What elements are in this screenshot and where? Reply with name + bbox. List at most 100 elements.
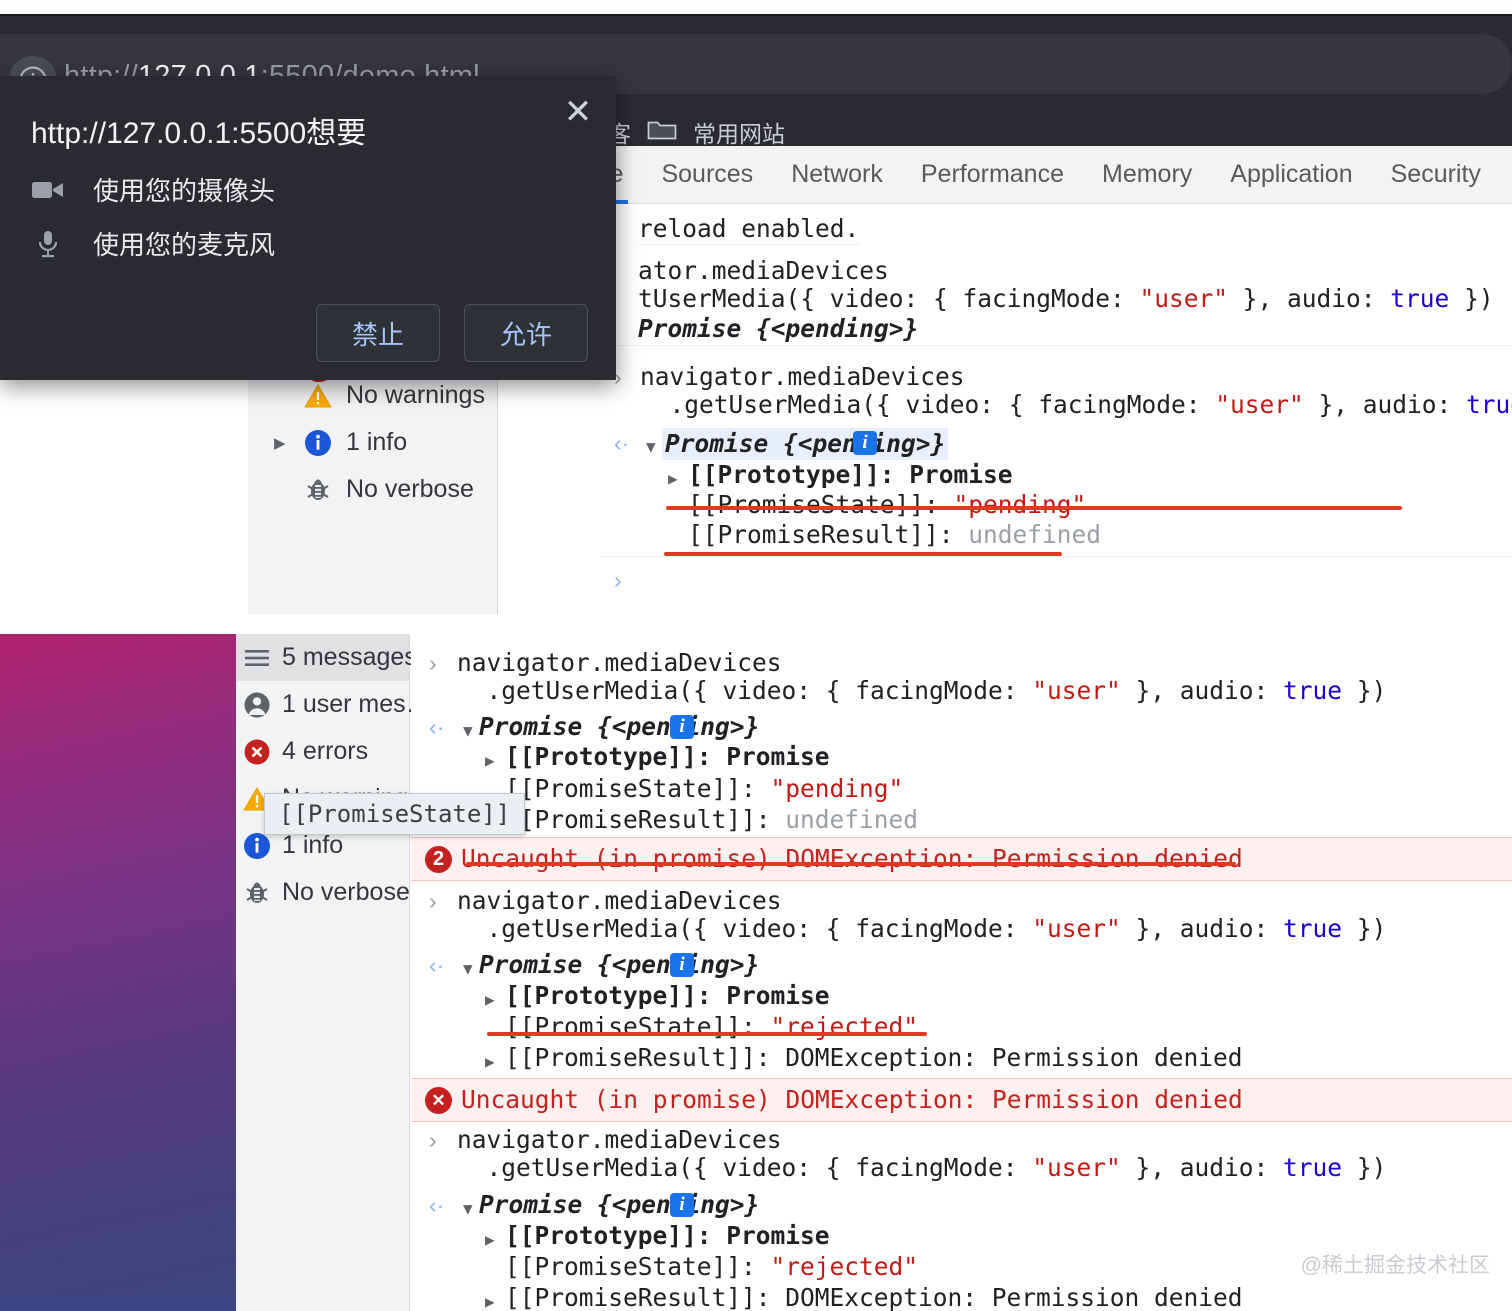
upper-left-white-area [0, 380, 248, 634]
promise-result-row: [[PromiseResult]]: undefined [688, 520, 1102, 549]
promise-summary[interactable]: Promise {<pending>} [662, 428, 949, 460]
folder-icon [647, 117, 677, 147]
verbose-bug-icon [303, 476, 333, 504]
close-icon[interactable]: ✕ [558, 92, 598, 132]
annotation-underline-getusermedia [666, 506, 1402, 510]
console-log-reload: reload enabled. [638, 214, 860, 245]
console-input-line1: navigator.mediaDevices [457, 1125, 782, 1154]
sidebar-item-label: 4 errors [282, 737, 369, 765]
prototype-expand-triangle-icon[interactable]: ▶ [668, 464, 678, 494]
permission-dialog-title: http://127.0.0.1:5500想要 [31, 117, 367, 150]
output-caret-icon: ‹· [429, 1192, 445, 1218]
console-input-line1: navigator.mediaDevices [640, 362, 965, 391]
tab-memory[interactable]: Memory [1083, 146, 1211, 204]
sidebar-item-no-verbose[interactable]: No verbose [236, 869, 410, 916]
sidebar-item-no-verbose[interactable]: No verbose [248, 466, 497, 513]
sidebar-item-label: 1 user mes… [282, 690, 431, 718]
promise-expand-triangle-icon[interactable]: ▼ [463, 1194, 473, 1224]
annotation-underline-rejected [487, 1032, 927, 1036]
promise-result-row: ▶ [[PromiseResult]]: DOMException: Permi… [411, 1283, 1512, 1311]
sidebar-item-4-errors[interactable]: 4 errors [236, 728, 409, 775]
lower-screenshot-layer: 5 messages 1 user mes… 4 errors 1 info N… [236, 634, 1512, 1311]
error-icon [242, 738, 272, 766]
promise-expand-triangle-icon[interactable]: ▼ [463, 954, 473, 984]
promise-state-row: [[PromiseState]]: "pending" [505, 774, 904, 803]
permission-dialog: ✕ http://127.0.0.1:5500想要 使用您的摄像头 使用您的麦克… [0, 76, 616, 380]
info-badge-icon[interactable]: i [670, 953, 694, 977]
output-caret-icon: ‹· [429, 952, 445, 978]
sidebar-item-5-messages[interactable]: 5 messages [236, 634, 417, 681]
promise-summary[interactable]: Promise {<pending>} [479, 712, 759, 742]
tab-network[interactable]: Network [772, 146, 902, 204]
info-badge-icon[interactable]: i [670, 715, 694, 739]
desktop-wallpaper [0, 634, 236, 1311]
output-caret-icon: ‹· [614, 430, 630, 456]
error-message: Uncaught (in promise) DOMException: Perm… [461, 844, 1243, 873]
console-input-line1: navigator.mediaDevices [457, 886, 782, 915]
promise-state-tooltip: [[PromiseState]] [264, 793, 526, 835]
console-input-line2: .getUserMedia({ video: { facingMode: "us… [640, 390, 1512, 419]
promise-result-expand-triangle-icon[interactable]: ▶ [485, 1047, 495, 1077]
bookmark-folder-label[interactable]: 常用网站 [693, 115, 785, 149]
microphone-icon [31, 229, 65, 259]
console-sidebar-lower: 5 messages 1 user mes… 4 errors 1 info N… [236, 634, 431, 1311]
tab-performance[interactable]: Performance [902, 146, 1083, 204]
prototype-expand-triangle-icon[interactable]: ▶ [485, 1225, 495, 1255]
info-icon [242, 832, 272, 860]
permission-item-label: 使用您的摄像头 [93, 176, 276, 206]
console-input-line2: .getUserMedia({ video: { facingMode: "us… [457, 914, 1387, 943]
console-input-line2: .getUserMedia({ video: { facingMode: "us… [457, 1153, 1387, 1182]
promise-summary[interactable]: Promise {<pending>} [479, 950, 759, 980]
input-caret-icon: › [429, 1127, 437, 1153]
screenshot-root: http://127.0.0.1:5500/demo.html 客 常用网站 l… [0, 0, 1512, 1311]
tab-security[interactable]: Security [1372, 146, 1500, 204]
prompt-caret-icon: › [614, 567, 622, 593]
console-input-line1: navigator.mediaDevices [457, 648, 782, 677]
top-white-strip [0, 0, 1512, 14]
promise-result-row: [[PromiseResult]]: undefined [505, 805, 919, 834]
error-message: Uncaught (in promise) DOMException: Perm… [461, 1085, 1243, 1114]
tab-sources[interactable]: Sources [642, 146, 772, 204]
promise-state-row: [[PromiseState]]: "pending" [688, 490, 1087, 519]
console-prompt-row[interactable]: › [600, 556, 1512, 602]
info-badge-icon[interactable]: i [853, 431, 877, 455]
allow-button[interactable]: 允许 [464, 304, 588, 362]
prototype-expand-triangle-icon[interactable]: ▶ [485, 985, 495, 1015]
sidebar-item-label: 5 messages [282, 643, 417, 671]
verbose-bug-icon [242, 879, 272, 907]
camera-icon [31, 178, 65, 202]
tab-application[interactable]: Application [1211, 146, 1371, 204]
hamburger-icon[interactable] [242, 648, 272, 668]
devtools-console-body-lower: › navigator.mediaDevices .getUserMedia({… [411, 634, 1512, 1311]
sidebar-item-user-messages[interactable]: 1 user mes… [236, 681, 431, 728]
promise-summary[interactable]: Promise {<pending>} [479, 1190, 759, 1220]
expand-triangle-icon[interactable]: ▶ [274, 434, 290, 452]
sidebar-item-1-info[interactable]: ▶ 1 info [248, 419, 497, 466]
console-output-partial-promise: Promise {<pending>} [600, 314, 1512, 346]
info-badge-icon[interactable]: i [670, 1193, 694, 1217]
info-icon [303, 429, 333, 457]
input-caret-icon: › [429, 888, 437, 914]
warning-icon [303, 383, 333, 409]
console-error-row[interactable]: ✕ Uncaught (in promise) DOMException: Pe… [411, 1078, 1512, 1122]
sidebar-item-label: No warnings [346, 381, 485, 409]
promise-expand-triangle-icon[interactable]: ▼ [646, 432, 656, 462]
user-message-icon [242, 691, 272, 719]
prototype-expand-triangle-icon[interactable]: ▶ [485, 746, 495, 776]
sidebar-item-label: No verbose [346, 475, 474, 503]
sidebar-item-label: 1 info [282, 831, 344, 859]
permission-item-microphone: 使用您的麦克风 [31, 225, 275, 262]
console-input-partial-line2: tUserMedia({ video: { facingMode: "user"… [638, 284, 1494, 313]
error-badge: ✕ [425, 1087, 452, 1114]
annotation-underline-promisestate [664, 552, 1062, 556]
devtools-tab-bar: le Sources Network Performance Memory Ap… [600, 146, 1512, 204]
promise-state-row: [[PromiseState]]: "rejected" [505, 1012, 919, 1041]
console-error-row[interactable]: 2 Uncaught (in promise) DOMException: Pe… [411, 837, 1512, 881]
output-caret-icon: ‹· [429, 714, 445, 740]
error-count-badge: 2 [425, 846, 452, 873]
permission-item-camera: 使用您的摄像头 [31, 171, 275, 208]
sidebar-item-label: 1 info [346, 428, 408, 456]
input-caret-icon: › [429, 650, 437, 676]
block-button[interactable]: 禁止 [316, 304, 440, 362]
promise-result-expand-triangle-icon[interactable]: ▶ [485, 1287, 495, 1311]
